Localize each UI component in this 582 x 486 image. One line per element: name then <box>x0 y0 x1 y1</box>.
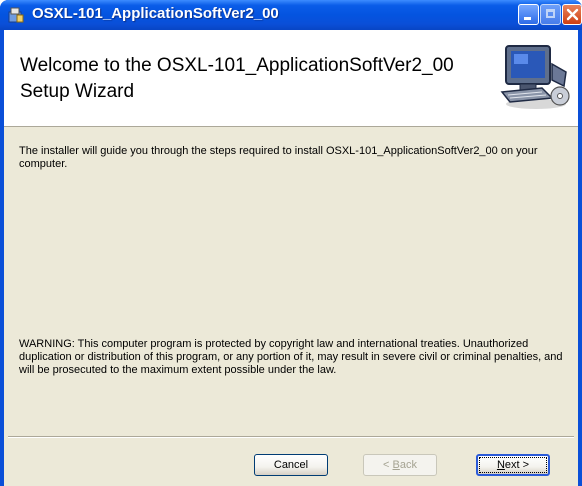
close-icon <box>566 8 579 21</box>
next-button[interactable]: Next > <box>476 454 550 476</box>
wizard-heading: Welcome to the OSXL-101_ApplicationSoftV… <box>20 55 454 102</box>
intro-text: The installer will guide you through the… <box>19 145 538 170</box>
next-button-mnemonic: N <box>496 459 505 471</box>
back-button: < Back <box>363 454 437 476</box>
window-title: OSXL-101_ApplicationSoftVer2_00 <box>32 5 279 22</box>
installer-window: OSXL-101_ApplicationSoftVer2_00 Welcome … <box>0 0 582 486</box>
maximize-button <box>540 4 561 25</box>
back-button-prefix: < <box>383 459 393 471</box>
back-button-label: ack <box>399 459 417 471</box>
copyright-warning: WARNING: This computer program is protec… <box>19 338 563 376</box>
maximize-icon <box>546 9 555 18</box>
next-button-label: ext > <box>504 459 530 471</box>
footer-divider <box>8 436 574 438</box>
title-bar[interactable]: OSXL-101_ApplicationSoftVer2_00 <box>0 0 582 30</box>
installer-icon <box>7 6 25 24</box>
minimize-button[interactable] <box>518 4 539 25</box>
wizard-banner: Welcome to the OSXL-101_ApplicationSoftV… <box>4 30 578 127</box>
back-button-mnemonic: B <box>392 459 400 471</box>
cancel-button[interactable]: Cancel <box>254 454 328 476</box>
next-button-focus: Next > <box>479 457 547 473</box>
close-button[interactable] <box>562 4 582 25</box>
wizard-body: Welcome to the OSXL-101_ApplicationSoftV… <box>4 30 578 486</box>
minimize-icon <box>524 17 531 20</box>
computer-setup-icon <box>496 42 572 117</box>
